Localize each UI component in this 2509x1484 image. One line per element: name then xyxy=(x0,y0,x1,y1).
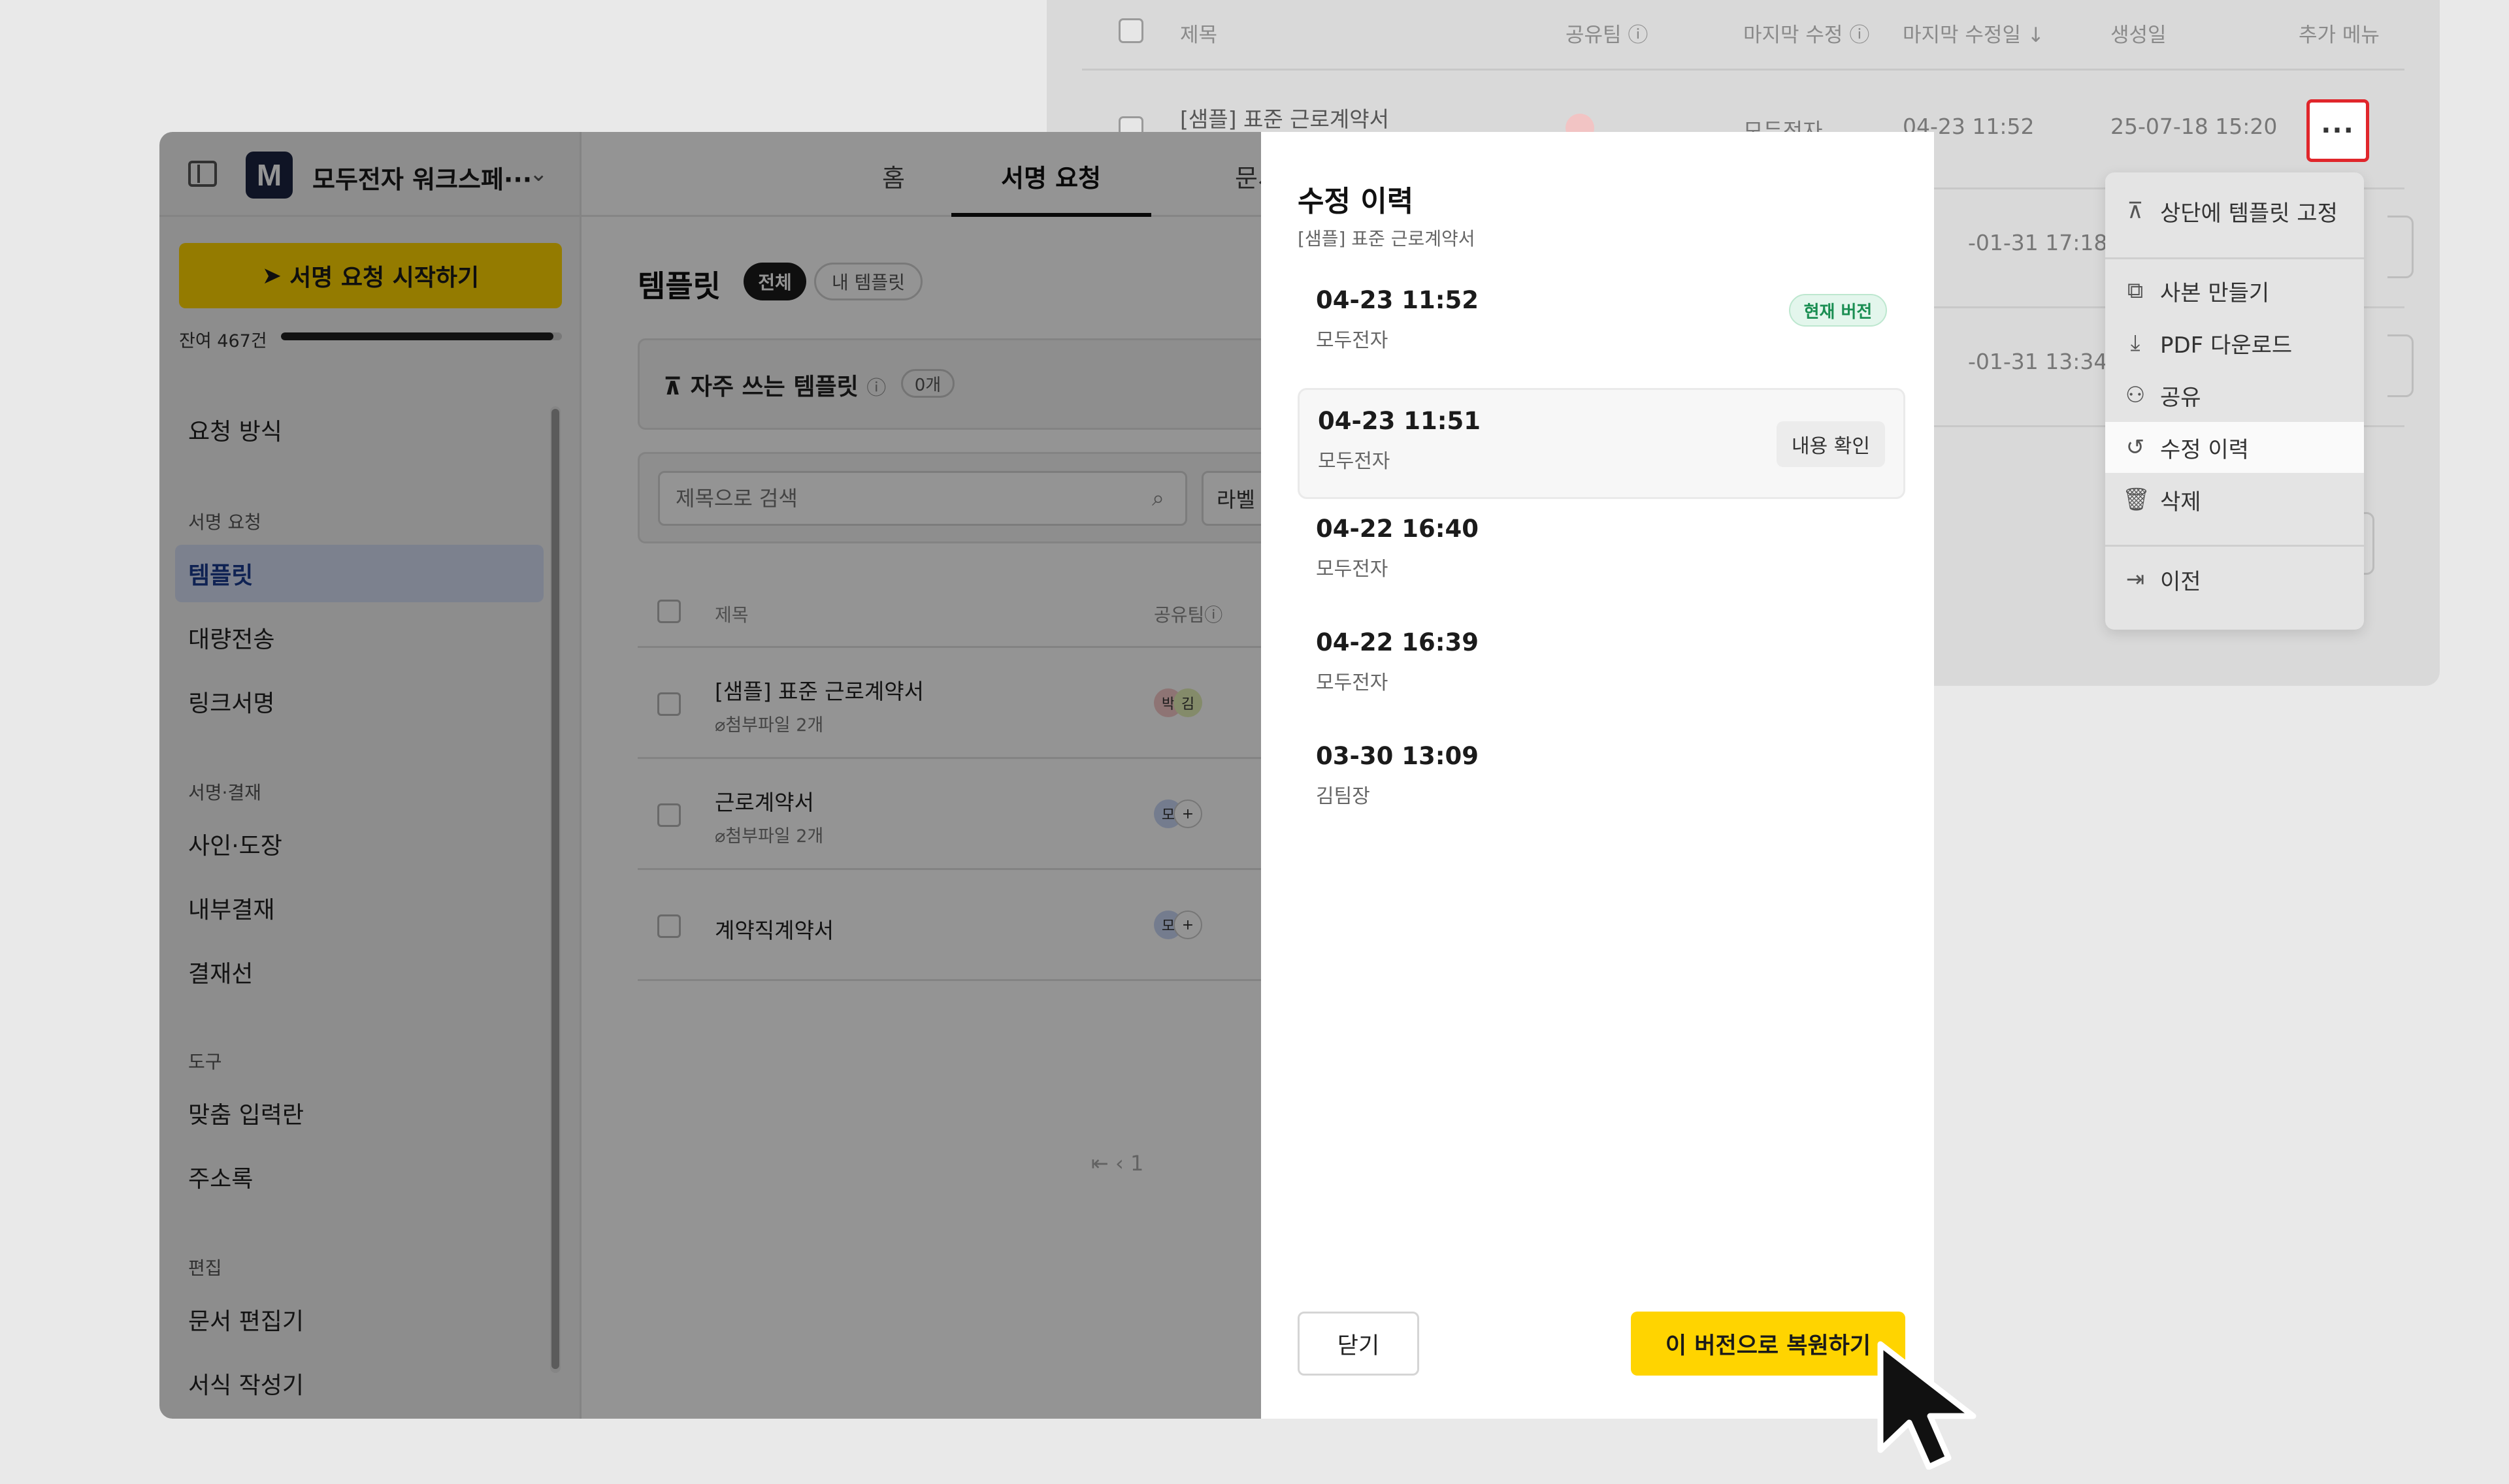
menu-item-label: 공유 xyxy=(2160,384,2201,411)
help-icon: ⓘ xyxy=(1628,24,1648,47)
more-options-button[interactable]: ··· xyxy=(2306,99,2369,162)
modal-title: 수정 이력 xyxy=(1298,185,1414,218)
version-item[interactable]: 04-23 11:52 모두전자 현재 버전 xyxy=(1298,269,1905,380)
revision-history-modal: 수정 이력 [샘플] 표준 근로계약서 04-23 11:52 모두전자 현재 … xyxy=(1261,132,1934,1419)
row-modified-date: -01-31 13:34 xyxy=(1968,349,2108,374)
menu-item-transfer[interactable]: ⇥ 이전 xyxy=(2105,554,2364,605)
menu-item-label: 수정 이력 xyxy=(2160,436,2249,463)
col-shared-team: 공유팀 ⓘ xyxy=(1566,24,1648,47)
menu-item-share[interactable]: ⚇ 공유 xyxy=(2105,370,2364,421)
menu-item-pin-top[interactable]: ⊼ 상단에 템플릿 고정 xyxy=(2105,186,2364,236)
menu-item-label: 상단에 템플릿 고정 xyxy=(2160,200,2338,227)
menu-item-duplicate[interactable]: ⧉ 사본 만들기 xyxy=(2105,265,2364,316)
menu-divider xyxy=(2105,545,2364,547)
row-title: [샘플] 표준 근로계약서 xyxy=(1180,106,1389,132)
history-icon: ↺ xyxy=(2125,434,2145,460)
version-item[interactable]: 04-23 11:51 모두전자 내용 확인 xyxy=(1298,388,1905,499)
version-item[interactable]: 03-30 13:09 김팀장 xyxy=(1298,725,1905,836)
menu-item-pdf-download[interactable]: ⤓ PDF 다운로드 xyxy=(2105,317,2364,368)
template-context-menu: ⊼ 상단에 템플릿 고정 ⧉ 사본 만들기 ⤓ PDF 다운로드 ⚇ 공유 ↺ 수정 이력… xyxy=(2105,172,2364,630)
menu-item-label: PDF 다운로드 xyxy=(2160,332,2293,359)
modal-subtitle: [샘플] 표준 근로계약서 xyxy=(1298,228,1475,250)
version-time: 03-30 13:09 xyxy=(1316,742,1479,770)
close-button[interactable]: 닫기 xyxy=(1298,1312,1419,1376)
menu-item-label: 이전 xyxy=(2160,568,2201,595)
version-author: 김팀장 xyxy=(1316,785,1370,808)
restore-version-button[interactable]: 이 버전으로 복원하기 xyxy=(1631,1312,1905,1376)
version-time: 04-23 11:51 xyxy=(1318,407,1481,435)
modal-backdrop[interactable] xyxy=(159,132,1262,1419)
version-author: 모두전자 xyxy=(1316,558,1388,581)
pin-icon: ⊼ xyxy=(2127,198,2144,224)
col-more-menu: 추가 메뉴 xyxy=(2299,24,2380,47)
table-header: 제목 공유팀 ⓘ 마지막 수정 ⓘ 마지막 수정일 ↓ 생성일 추가 메뉴 xyxy=(1082,0,2404,71)
move-icon: ⇥ xyxy=(2125,566,2145,592)
menu-item-delete[interactable]: 🗑 삭제 xyxy=(2105,474,2364,525)
row-modified-date: -01-31 17:18 xyxy=(1968,230,2108,255)
download-icon: ⤓ xyxy=(2130,330,2140,356)
col-last-modified-by: 마지막 수정 ⓘ xyxy=(1743,24,1870,47)
menu-item-revision-history[interactable]: ↺ 수정 이력 xyxy=(2105,422,2364,473)
mouse-cursor-icon xyxy=(1877,1341,1976,1470)
version-item[interactable]: 04-22 16:39 모두전자 xyxy=(1298,611,1905,722)
col-created: 생성일 xyxy=(2110,24,2167,47)
menu-item-label: 사본 만들기 xyxy=(2160,280,2270,306)
row-action-box xyxy=(2387,216,2414,278)
view-content-button[interactable]: 내용 확인 xyxy=(1777,421,1885,467)
menu-divider xyxy=(2105,257,2364,259)
version-time: 04-22 16:39 xyxy=(1316,628,1479,656)
current-version-badge: 현재 버전 xyxy=(1789,294,1887,327)
version-item[interactable]: 04-22 16:40 모두전자 xyxy=(1298,498,1905,609)
row-action-box xyxy=(2387,334,2414,397)
col-title: 제목 xyxy=(1180,24,1218,47)
version-time: 04-22 16:40 xyxy=(1316,515,1479,543)
version-author: 모두전자 xyxy=(1316,329,1388,352)
select-all-checkbox[interactable] xyxy=(1119,18,1143,43)
copy-icon: ⧉ xyxy=(2127,278,2144,304)
col-last-modified-date[interactable]: 마지막 수정일 ↓ xyxy=(1903,18,2044,48)
help-icon: ⓘ xyxy=(1849,24,1870,47)
version-author: 모두전자 xyxy=(1318,450,1390,473)
sort-desc-icon: ↓ xyxy=(2027,24,2044,47)
version-time: 04-23 11:52 xyxy=(1316,286,1479,314)
menu-item-label: 삭제 xyxy=(2160,489,2201,515)
row-created-date: 25-07-18 15:20 xyxy=(2110,114,2278,139)
user-plus-icon: ⚇ xyxy=(2125,382,2146,408)
trash-icon: 🗑 xyxy=(2122,487,2151,513)
version-author: 모두전자 xyxy=(1316,671,1388,694)
